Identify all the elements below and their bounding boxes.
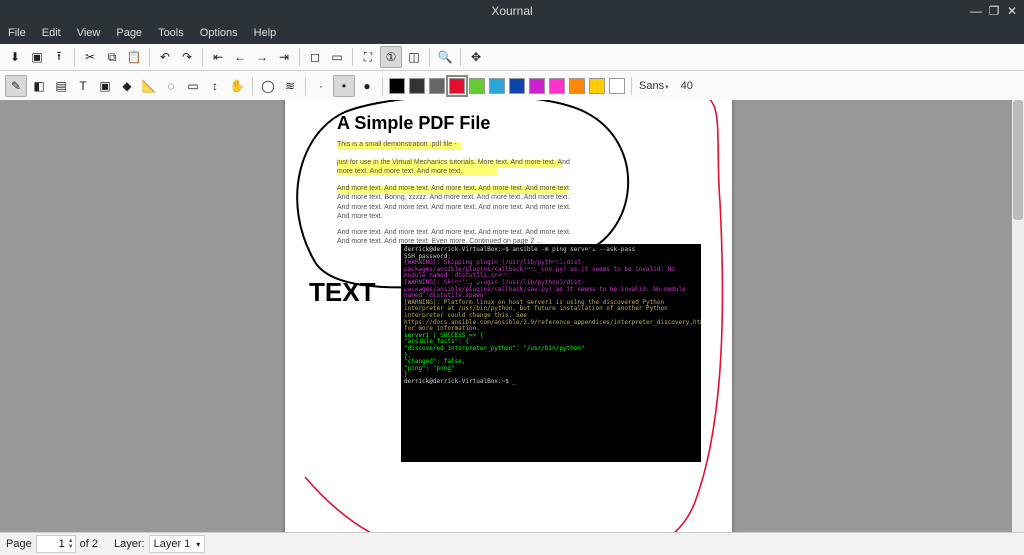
page-total-label: of 2 <box>80 538 98 550</box>
color-swatch[interactable] <box>389 78 405 94</box>
prev-page-icon[interactable]: ← <box>230 47 250 67</box>
menu-page[interactable]: Page <box>108 22 150 44</box>
redo-icon[interactable]: ↷ <box>177 47 197 67</box>
window-minimize-button[interactable]: — <box>970 4 982 18</box>
color-swatch[interactable] <box>429 78 445 94</box>
first-page-icon[interactable]: ⇤ <box>208 47 228 67</box>
cut-icon[interactable]: ✂ <box>80 47 100 67</box>
layer-value: Layer 1 <box>154 538 191 550</box>
layer-label: Layer: <box>114 538 145 550</box>
zoom-100-icon[interactable]: ① <box>380 46 402 68</box>
menu-help[interactable]: Help <box>246 22 285 44</box>
color-swatch[interactable] <box>569 78 585 94</box>
color-swatch[interactable] <box>449 78 465 94</box>
zoom-fit-icon[interactable]: ◫ <box>404 47 424 67</box>
doc-paragraph: This is a small demonstration .pdf file … <box>337 140 577 149</box>
color-swatch[interactable] <box>609 78 625 94</box>
term-line: [WARNING]: Platform linux on host server… <box>404 300 698 333</box>
new-icon[interactable]: ▣ <box>27 47 47 67</box>
hand-icon[interactable]: ✋ <box>227 76 247 96</box>
eraser-icon[interactable]: ◧ <box>29 76 49 96</box>
color-swatch[interactable] <box>529 78 545 94</box>
term-line: "ping": "pong" <box>404 366 698 373</box>
color-swatch[interactable] <box>509 78 525 94</box>
workspace[interactable]: A Simple PDF File This is a small demons… <box>0 100 1024 533</box>
status-bar: Page ▲▼ of 2 Layer: Layer 1 ▾ <box>0 532 1024 555</box>
color-swatch[interactable] <box>409 78 425 94</box>
last-page-icon[interactable]: ⇥ <box>274 47 294 67</box>
page-number-input[interactable] <box>37 538 67 550</box>
highlighter-icon[interactable]: ▤ <box>51 76 71 96</box>
select-rect-icon[interactable]: ▭ <box>183 76 203 96</box>
undo-icon[interactable]: ↶ <box>155 47 175 67</box>
term-line: "discovered_interpreter_python": "/usr/b… <box>404 346 698 353</box>
doc-paragraph: just for use in the Virtual Mechanics tu… <box>337 158 577 177</box>
copy-icon[interactable]: ⧉ <box>102 47 122 67</box>
color-swatch[interactable] <box>489 78 505 94</box>
color-swatch[interactable] <box>589 78 605 94</box>
page-label: Page <box>6 538 32 550</box>
scrollbar-thumb[interactable] <box>1013 100 1023 220</box>
fullscreen-icon[interactable]: ⛶ <box>358 47 378 67</box>
spinner-arrows[interactable]: ▲▼ <box>67 538 75 550</box>
page-number-spinner[interactable]: ▲▼ <box>36 535 76 553</box>
ruler-icon[interactable]: 📐 <box>139 76 159 96</box>
app-title: Xournal <box>491 4 532 18</box>
toolbar-tools: ✎◧▤T▣◆📐◌▭↕✋ ◯≋ ·•● Sans 40 <box>0 71 1024 102</box>
doc-title: A Simple PDF File <box>337 113 490 134</box>
image-icon[interactable]: ▣ <box>95 76 115 96</box>
page-width-icon[interactable]: ▭ <box>327 47 347 67</box>
term-line: derrick@derrick-VirtualBox:~$ _ <box>404 379 698 386</box>
menu-tools[interactable]: Tools <box>150 22 192 44</box>
menu-file[interactable]: File <box>0 22 34 44</box>
layer-select[interactable]: Layer 1 ▾ <box>149 535 206 553</box>
pen-icon[interactable]: ✎ <box>5 75 27 97</box>
font-size-field[interactable]: 40 <box>678 80 696 92</box>
vertical-space-icon[interactable]: ↕ <box>205 76 225 96</box>
menu-bar: File Edit View Page Tools Options Help <box>0 22 1024 44</box>
window-maximize-button[interactable]: ❐ <box>988 4 1000 18</box>
find-icon[interactable]: ✥ <box>466 47 486 67</box>
zoom-out-icon[interactable]: ◻ <box>305 47 325 67</box>
text-annotation: TEXT <box>309 277 375 308</box>
shapes-icon[interactable]: ◆ <box>117 76 137 96</box>
thin-icon[interactable]: · <box>311 76 331 96</box>
shape-recognizer-icon[interactable]: ◯ <box>258 76 278 96</box>
menu-edit[interactable]: Edit <box>34 22 69 44</box>
text-tool-icon[interactable]: T <box>73 76 93 96</box>
line-style-icon[interactable]: ≋ <box>280 76 300 96</box>
menu-view[interactable]: View <box>69 22 109 44</box>
toolbar-main: ⬇▣⭱ ✂⧉📋 ↶↷ ⇤←→⇥ ◻▭ ⛶①◫ 🔍 ✥ <box>0 44 1024 71</box>
vertical-scrollbar[interactable] <box>1012 100 1024 533</box>
term-line: [WARNING]: Skipping plugin (/usr/lib/pyt… <box>404 280 698 300</box>
doc-paragraph: And more text. And more text. And more t… <box>337 184 577 222</box>
embedded-terminal-image: derrick@derrick-VirtualBox:~$ ansible -m… <box>401 244 701 462</box>
chevron-down-icon: ▾ <box>196 540 200 549</box>
thick-icon[interactable]: ● <box>357 76 377 96</box>
color-swatch[interactable] <box>469 78 485 94</box>
select-region-icon[interactable]: ◌ <box>161 76 181 96</box>
title-bar: Xournal — ❐ ✕ <box>0 0 1024 22</box>
window-buttons: — ❐ ✕ <box>970 4 1018 18</box>
document-page: A Simple PDF File This is a small demons… <box>285 100 732 533</box>
zoom-in-icon[interactable]: 🔍 <box>435 47 455 67</box>
color-swatch[interactable] <box>549 78 565 94</box>
term-line: [WARNING]: Skipping plugin (/usr/lib/pyt… <box>404 260 698 280</box>
medium-icon[interactable]: • <box>333 75 355 97</box>
next-page-icon[interactable]: → <box>252 47 272 67</box>
save-icon[interactable]: ⬇ <box>5 47 25 67</box>
window-close-button[interactable]: ✕ <box>1006 4 1018 18</box>
menu-options[interactable]: Options <box>192 22 246 44</box>
font-name-select[interactable]: Sans <box>636 80 672 92</box>
paste-icon[interactable]: 📋 <box>124 47 144 67</box>
open-icon[interactable]: ⭱ <box>49 47 69 67</box>
